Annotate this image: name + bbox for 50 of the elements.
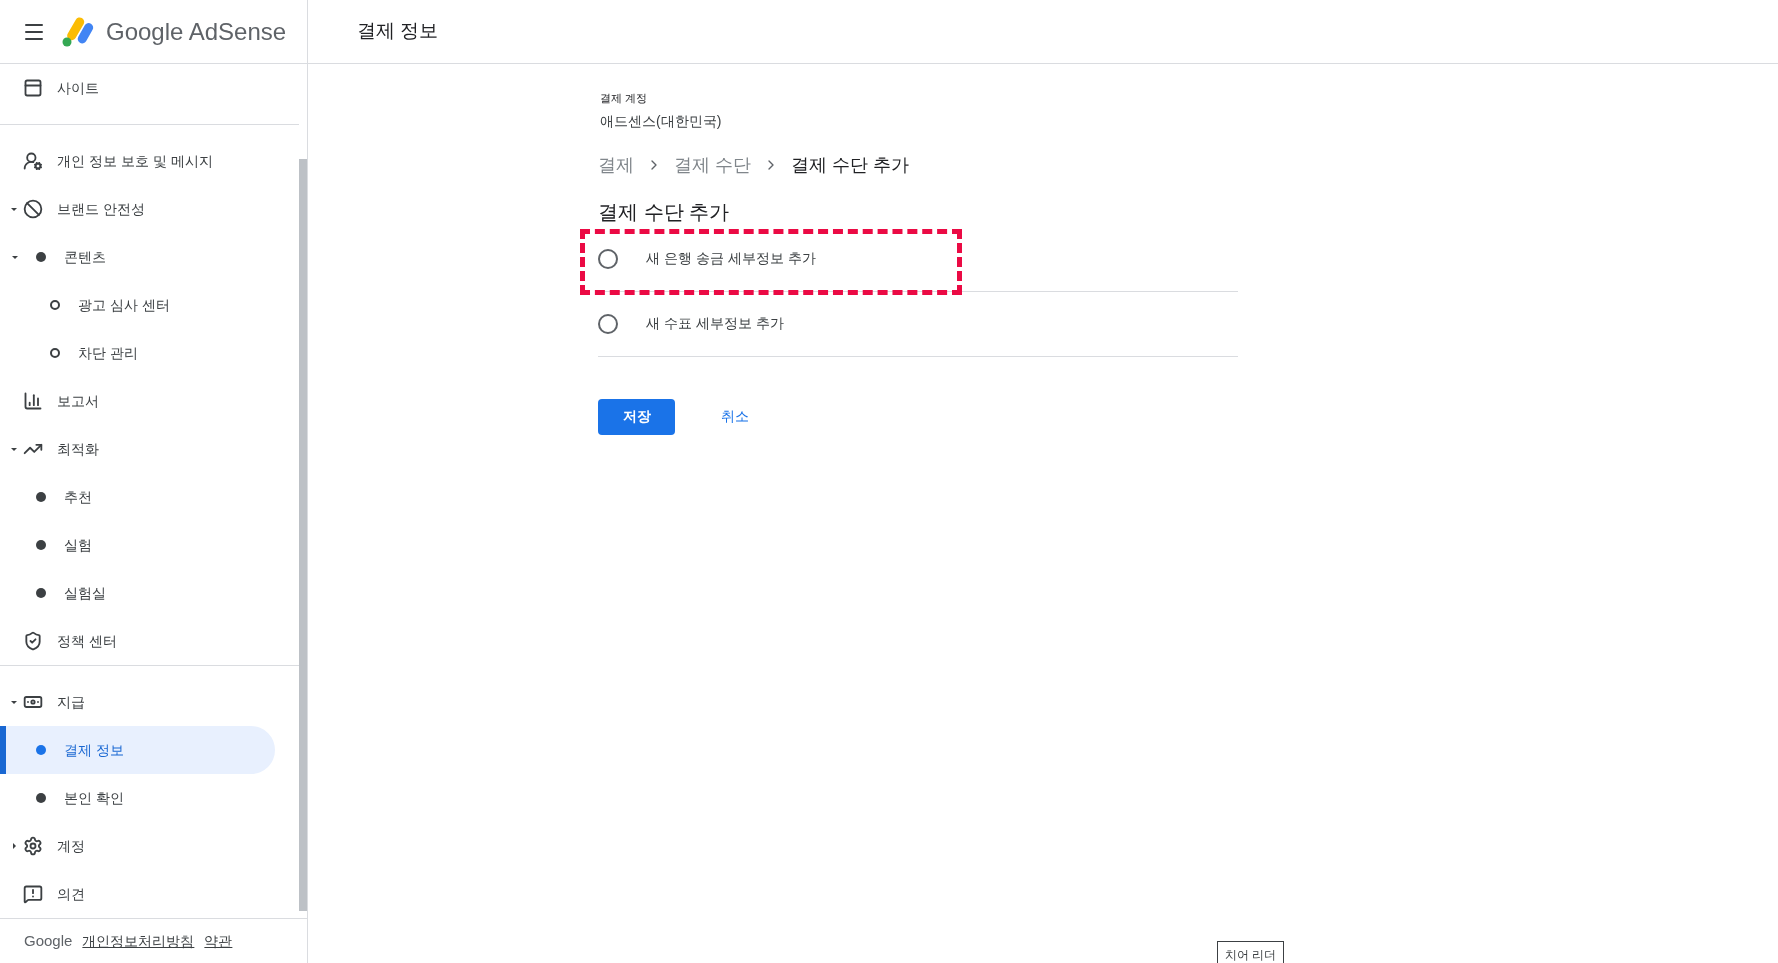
sidebar-item[interactable]: 광고 심사 센터 <box>0 281 275 329</box>
feedback-icon <box>23 884 43 904</box>
bullet-icon <box>36 540 46 550</box>
sidebar-item[interactable]: 브랜드 안전성 <box>0 185 275 233</box>
google-wordmark: Google <box>24 930 73 951</box>
radio-option[interactable]: 새 수표 세부정보 추가 <box>598 291 1238 357</box>
breadcrumb-item: 결제 수단 추가 <box>791 153 910 177</box>
save-button[interactable]: 저장 <box>598 398 675 435</box>
bullet-icon <box>36 492 46 502</box>
section-heading: 결제 수단 추가 <box>598 199 731 225</box>
sidebar-item[interactable]: 의견 <box>0 870 275 918</box>
radio-button[interactable] <box>598 248 618 269</box>
shield-icon <box>23 631 43 651</box>
account-name: 애드센스(대한민국) <box>599 111 723 131</box>
sidebar-item[interactable]: 실험 <box>0 521 275 569</box>
sidebar-item[interactable]: 차단 관리 <box>0 329 275 377</box>
sidebar-item[interactable]: 개인 정보 보호 및 메시지 <box>0 137 275 185</box>
page-title: 결제 정보 <box>357 19 439 44</box>
cancel-button[interactable]: 취소 <box>701 398 769 435</box>
bar-chart-icon <box>23 391 43 411</box>
sidebar-item[interactable]: 실험실 <box>0 569 275 617</box>
scrollbar[interactable] <box>299 159 307 911</box>
bullet-icon <box>36 588 46 598</box>
sidebar-item[interactable]: 추천 <box>0 473 275 521</box>
sidebar-item[interactable]: 사이트 <box>0 64 275 112</box>
sidebar-item[interactable]: 지급 <box>0 678 275 726</box>
bullet-icon <box>36 745 46 755</box>
footer-link[interactable]: 개인정보처리방침 <box>82 930 195 952</box>
sidebar-item[interactable]: 콘텐츠 <box>0 233 275 281</box>
breadcrumb-item[interactable]: 결제 <box>598 151 634 179</box>
settings-icon <box>23 836 43 856</box>
account-label: 결제 계정 <box>599 91 649 106</box>
block-icon <box>23 199 43 219</box>
sidebar-item[interactable]: 본인 확인 <box>0 774 275 822</box>
logo-icon <box>62 16 96 47</box>
sidebar-item[interactable]: 보고서 <box>0 377 275 425</box>
person-icon <box>23 151 43 171</box>
sidebar-item[interactable]: 계정 <box>0 822 275 870</box>
radio-button[interactable] <box>598 313 618 334</box>
product-name: Google AdSense <box>106 16 287 47</box>
layout-icon <box>23 78 43 98</box>
footer-link[interactable]: 약관 <box>204 930 233 952</box>
bullet-icon <box>36 252 46 262</box>
sidebar-item[interactable]: 최적화 <box>0 425 275 473</box>
floating-tag[interactable]: 치어 리더 <box>1217 941 1285 963</box>
bullet-icon <box>36 793 46 803</box>
radio-option[interactable]: 새 은행 송금 세부정보 추가 <box>598 226 1238 292</box>
breadcrumb-item[interactable]: 결제 수단 <box>674 151 751 179</box>
sidebar-item[interactable]: 결제 정보 <box>0 726 275 774</box>
sidebar-item[interactable]: 정책 센터 <box>0 617 275 665</box>
